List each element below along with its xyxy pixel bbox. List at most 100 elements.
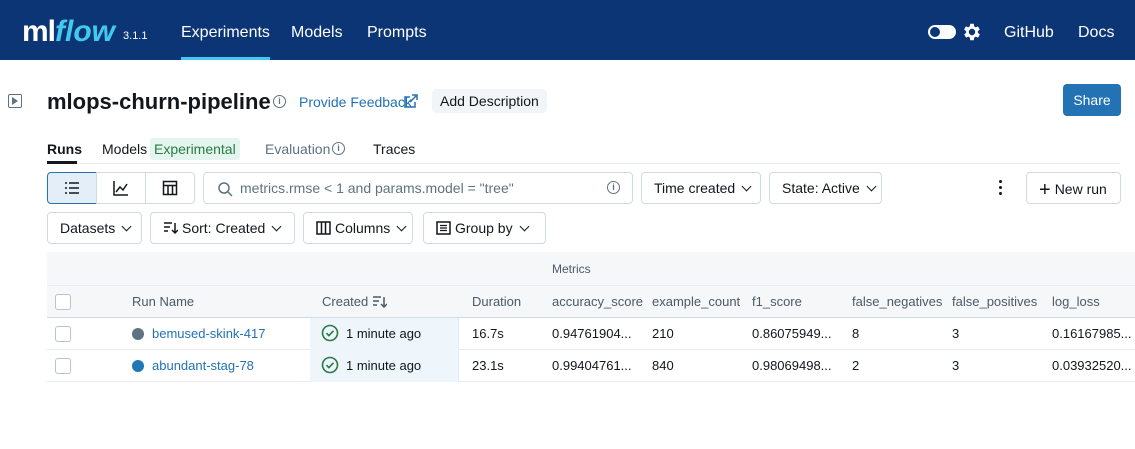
metrics-group-header: Metrics — [47, 252, 1135, 286]
false-positives-value: 3 — [952, 326, 960, 341]
chevron-down-icon — [741, 181, 752, 192]
header-false-negatives[interactable]: false_negatives — [852, 286, 942, 318]
example-count-value: 840 — [652, 358, 674, 373]
columns-label: Columns — [335, 220, 391, 236]
logo-ml: ml — [22, 15, 56, 48]
false-negatives-value: 2 — [852, 358, 860, 373]
nav-models[interactable]: Models — [291, 0, 343, 60]
duration-value: 23.1s — [472, 358, 504, 373]
chart-line-icon — [113, 181, 128, 196]
header-accuracy-score[interactable]: accuracy_score — [552, 286, 643, 318]
nav-github[interactable]: GitHub — [1004, 0, 1054, 60]
columns-dropdown[interactable]: Columns — [303, 212, 413, 244]
new-run-button[interactable]: + New run — [1026, 172, 1121, 204]
list-icon — [65, 182, 79, 194]
logo-flow: flow — [55, 15, 116, 48]
group-by-dropdown[interactable]: Group by — [423, 212, 546, 244]
header-created[interactable]: Created — [322, 286, 368, 318]
time-created-label: Time created — [654, 180, 736, 196]
tab-traces[interactable]: Traces — [373, 141, 415, 157]
sort-desc-icon[interactable] — [372, 295, 387, 309]
created-value: 1 minute ago — [346, 358, 422, 373]
search-value: metrics.rmse < 1 and params.model = "tre… — [240, 180, 514, 196]
log-loss-value: 0.03932520... — [1052, 358, 1132, 373]
search-runs-input[interactable]: metrics.rmse < 1 and params.model = "tre… — [203, 172, 633, 204]
more-options-icon[interactable] — [999, 180, 1003, 198]
log-loss-value: 0.16167985... — [1052, 326, 1132, 341]
metrics-group-label: Metrics — [552, 262, 591, 276]
f1-score-value: 0.98069498... — [752, 358, 832, 373]
f1-score-value: 0.86075949... — [752, 326, 832, 341]
info-icon[interactable]: i — [273, 95, 286, 108]
header-log-loss[interactable]: log_loss — [1052, 286, 1100, 318]
header-example-count[interactable]: example_count — [652, 286, 740, 318]
external-link-icon[interactable] — [404, 94, 418, 108]
select-all-checkbox[interactable] — [55, 294, 71, 310]
top-navigation: ml flow 3.1.1 Experiments Models Prompts… — [0, 0, 1135, 60]
row-checkbox[interactable] — [55, 358, 71, 374]
nav-experiments[interactable]: Experiments — [181, 0, 270, 60]
state-dropdown[interactable]: State: Active — [769, 172, 882, 204]
state-label: State: Active — [782, 180, 860, 196]
header-false-positives[interactable]: false_positives — [952, 286, 1037, 318]
mlflow-logo[interactable]: ml flow 3.1.1 — [22, 10, 147, 50]
time-created-dropdown[interactable]: Time created — [641, 172, 761, 204]
created-value: 1 minute ago — [346, 326, 422, 341]
sort-dropdown[interactable]: Sort: Created — [150, 212, 295, 244]
check-circle-icon — [321, 324, 339, 342]
plus-icon: + — [1039, 179, 1051, 201]
experimental-badge: Experimental — [150, 138, 240, 160]
list-view-button[interactable] — [47, 172, 97, 204]
evaluation-info-icon[interactable]: i — [332, 142, 345, 155]
search-icon — [218, 182, 233, 197]
search-info-icon[interactable]: i — [607, 181, 620, 194]
header-run-name[interactable]: Run Name — [132, 286, 194, 318]
group-by-label: Group by — [455, 220, 513, 236]
new-run-label: New run — [1054, 181, 1107, 197]
chevron-down-icon — [519, 221, 530, 232]
nav-prompts[interactable]: Prompts — [367, 0, 427, 60]
version-label: 3.1.1 — [123, 30, 148, 42]
row-checkbox[interactable] — [55, 326, 71, 342]
gear-icon[interactable] — [961, 21, 983, 43]
sidebar-expand-icon[interactable] — [8, 94, 22, 108]
accuracy-score-value: 0.99404761... — [552, 358, 632, 373]
false-negatives-value: 8 — [852, 326, 860, 341]
run-name-link[interactable]: abundant-stag-78 — [152, 350, 254, 382]
accuracy-score-value: 0.94761904... — [552, 326, 632, 341]
false-positives-value: 3 — [952, 358, 960, 373]
active-tab-indicator — [47, 161, 77, 164]
add-description-button[interactable]: Add Description — [432, 89, 547, 113]
nav-docs[interactable]: Docs — [1078, 0, 1114, 60]
table-row[interactable]: abundant-stag-78 1 minute ago 23.1s 0.99… — [47, 350, 1135, 382]
tab-evaluation[interactable]: Evaluation — [265, 141, 330, 157]
theme-toggle[interactable] — [928, 25, 956, 39]
tab-models[interactable]: Models — [102, 141, 147, 157]
table-header-row: Run Name Created Duration accuracy_score… — [47, 286, 1135, 318]
run-name-link[interactable]: bemused-skink-417 — [152, 318, 265, 350]
table-view-button[interactable] — [145, 172, 195, 204]
created-cell: 1 minute ago — [310, 318, 459, 350]
check-circle-icon — [321, 356, 339, 374]
chart-view-button[interactable] — [96, 172, 146, 204]
provide-feedback-link[interactable]: Provide Feedback — [299, 94, 412, 110]
sort-label: Sort: Created — [182, 220, 266, 236]
chevron-down-icon — [866, 181, 877, 192]
chevron-down-icon — [271, 221, 282, 232]
example-count-value: 210 — [652, 326, 674, 341]
header-f1-score[interactable]: f1_score — [752, 286, 802, 318]
share-button[interactable]: Share — [1063, 84, 1121, 116]
datasets-dropdown[interactable]: Datasets — [47, 212, 142, 244]
datasets-label: Datasets — [60, 220, 116, 236]
run-color-dot[interactable] — [132, 328, 144, 340]
created-cell: 1 minute ago — [310, 350, 459, 382]
experiment-title: mlops-churn-pipeline — [47, 89, 271, 114]
table-row[interactable]: bemused-skink-417 1 minute ago 16.7s 0.9… — [47, 318, 1135, 350]
columns-icon — [316, 221, 331, 235]
header-duration[interactable]: Duration — [472, 286, 521, 318]
table-icon — [162, 180, 178, 196]
tabs-divider — [47, 163, 1120, 164]
tab-runs[interactable]: Runs — [47, 141, 82, 157]
run-color-dot[interactable] — [132, 360, 144, 372]
duration-value: 16.7s — [472, 326, 504, 341]
